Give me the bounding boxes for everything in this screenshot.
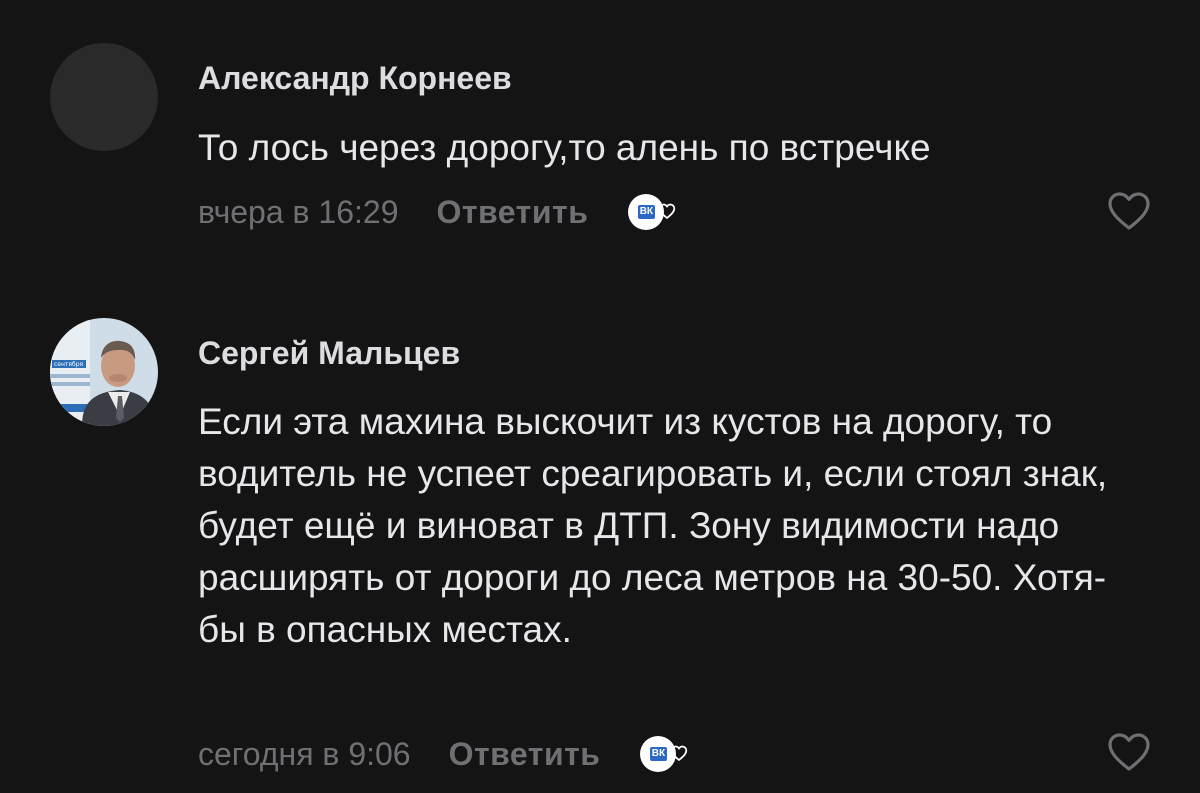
mini-heart-icon <box>671 745 688 761</box>
reply-button[interactable]: Ответить <box>449 736 601 773</box>
comment-text: То лось через дорогу,то алень по встречк… <box>198 127 931 168</box>
reaction-button[interactable]: ВК <box>640 734 704 774</box>
like-heart-icon[interactable] <box>1106 190 1152 232</box>
comment-timestamp[interactable]: вчера в 16:29 <box>198 194 398 231</box>
comment-meta: вчера в 16:29 Ответить ВК <box>198 192 692 232</box>
reaction-button[interactable]: ВК <box>628 192 692 232</box>
comment-text: Если эта махина выскочит из кустов на до… <box>198 401 1108 650</box>
avatar[interactable] <box>50 43 158 151</box>
comment-timestamp[interactable]: сегодня в 9:06 <box>198 736 411 773</box>
user-photo-icon: сентября <box>50 318 158 426</box>
comment-author[interactable]: Сергей Мальцев <box>198 335 460 372</box>
reply-button[interactable]: Ответить <box>436 194 588 231</box>
comment-author[interactable]: Александр Корнеев <box>198 60 512 97</box>
mini-heart-icon <box>659 203 676 219</box>
avatar-caption: сентября <box>54 361 84 368</box>
comment-meta: сегодня в 9:06 Ответить ВК <box>198 734 704 774</box>
avatar[interactable]: сентября <box>50 318 158 426</box>
like-heart-icon[interactable] <box>1106 731 1152 773</box>
